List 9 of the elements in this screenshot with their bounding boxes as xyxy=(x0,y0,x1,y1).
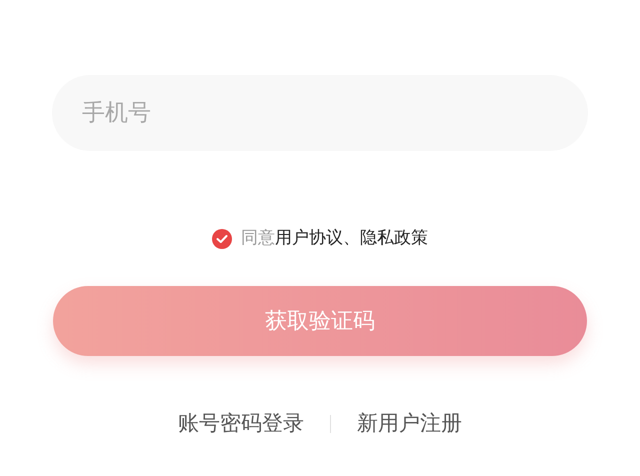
agree-label: 同意 xyxy=(241,227,275,250)
separator-mark: 、 xyxy=(343,227,360,250)
check-icon xyxy=(216,234,228,244)
footer-link[interactable]: 新用户注册 xyxy=(357,408,462,440)
agree-checkbox[interactable] xyxy=(212,229,232,249)
footer-link[interactable]: 账号密码登录 xyxy=(178,408,304,440)
policy-link[interactable]: 隐私政策 xyxy=(360,226,428,252)
policy-link[interactable]: 用户协议 xyxy=(275,226,343,252)
phone-input-field[interactable]: 手机号 xyxy=(52,75,588,151)
